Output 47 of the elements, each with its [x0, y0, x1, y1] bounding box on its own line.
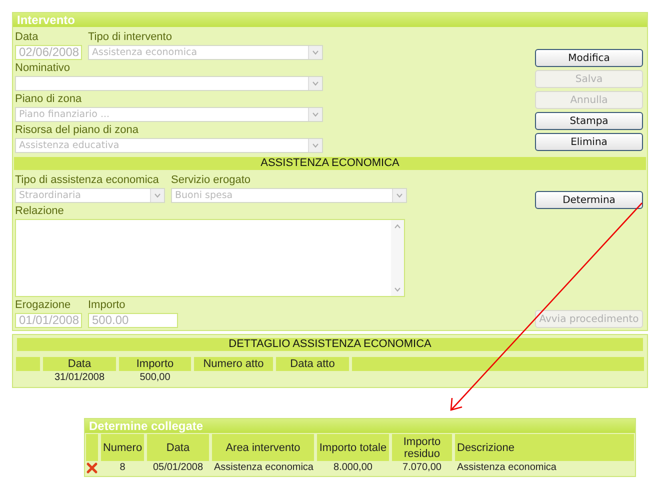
column-header: Numero atto — [194, 357, 273, 371]
chevron-icon — [308, 108, 322, 121]
table-cell-text: Assistenza economica — [456, 461, 558, 475]
field-label: Risorsa del piano di zona — [15, 124, 140, 137]
table-cell-text: Assistenza economica — [213, 461, 314, 475]
header-filler — [86, 434, 98, 461]
table-cell-text: 8 — [118, 461, 126, 475]
column-header: Importo — [119, 357, 191, 371]
panel-title: Intervento — [13, 13, 647, 27]
scrollbar-icon — [391, 220, 404, 296]
field-label: Relazione — [15, 205, 65, 218]
section-header: DETTAGLIO ASSISTENZA ECONOMICA — [16, 337, 644, 352]
table-cell-text: 7.070,00 — [402, 461, 442, 475]
panel-title: Determine collegate — [85, 419, 635, 433]
field-label: Tipo di assistenza economica — [15, 174, 160, 187]
column-header: Area intervento — [212, 434, 314, 461]
action-button[interactable]: Elimina — [535, 133, 643, 151]
field-label: Data — [15, 31, 40, 44]
table-cell-text: 31/01/2008 — [53, 371, 106, 385]
field-label: Piano di zona — [15, 93, 83, 106]
column-header: Data atto — [276, 357, 349, 371]
chevron-icon — [308, 46, 322, 59]
column-header: Importo totale — [317, 434, 389, 461]
table-cell-text: 05/01/2008 — [152, 461, 204, 475]
column-header: Data — [43, 357, 116, 371]
column-header: Importo residuo — [392, 434, 452, 461]
section-header: ASSISTENZA ECONOMICA — [13, 156, 647, 171]
action-button[interactable]: Determina — [535, 191, 643, 209]
delete-icon[interactable] — [86, 462, 98, 474]
table-cell-text: 8.000,00 — [332, 461, 374, 475]
field-label: Nominativo — [15, 62, 72, 75]
field-label: Tipo di intervento — [88, 31, 173, 44]
action-button[interactable]: Stampa — [535, 112, 643, 130]
field-label: Erogazione — [15, 299, 72, 312]
action-button[interactable]: Modifica — [535, 49, 643, 67]
column-header: Data — [147, 434, 209, 461]
table-cell-text: 500,00 — [138, 371, 172, 385]
chevron-icon — [392, 189, 406, 202]
field-label: Importo — [88, 299, 126, 312]
relazione-textarea[interactable] — [15, 219, 405, 297]
chevron-icon — [308, 139, 322, 152]
chevron-icon — [150, 189, 164, 202]
column-header: Descrizione — [455, 434, 634, 461]
chevron-icon — [308, 77, 322, 90]
column-header: Numero — [101, 434, 144, 461]
header-filler — [16, 357, 40, 371]
field-label: Servizio erogato — [171, 174, 252, 187]
